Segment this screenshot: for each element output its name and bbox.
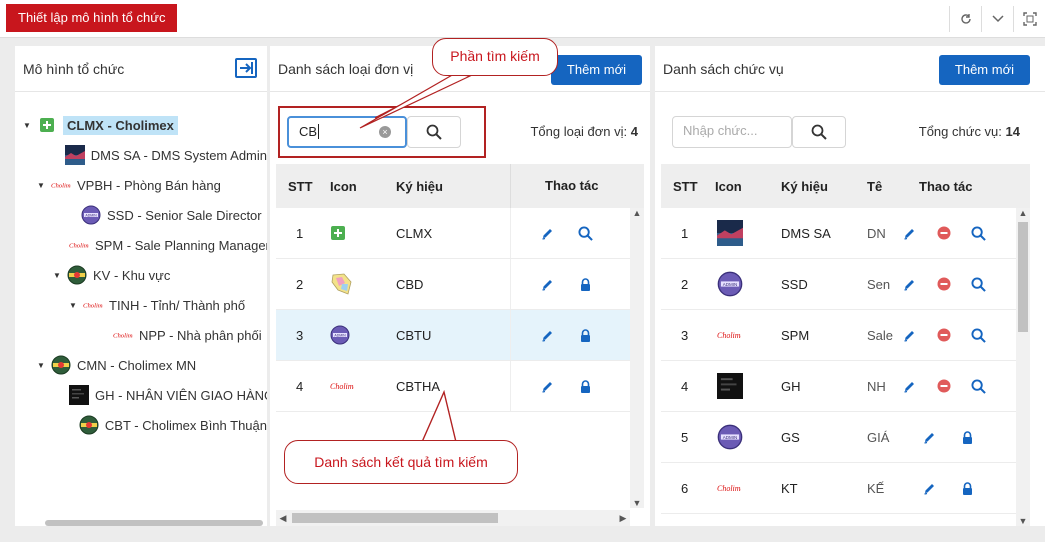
annotation-arrows xyxy=(359,73,473,443)
result-callout: Danh sách kết quả tìm kiếm xyxy=(284,440,518,484)
search-callout: Phần tìm kiếm xyxy=(432,38,558,76)
